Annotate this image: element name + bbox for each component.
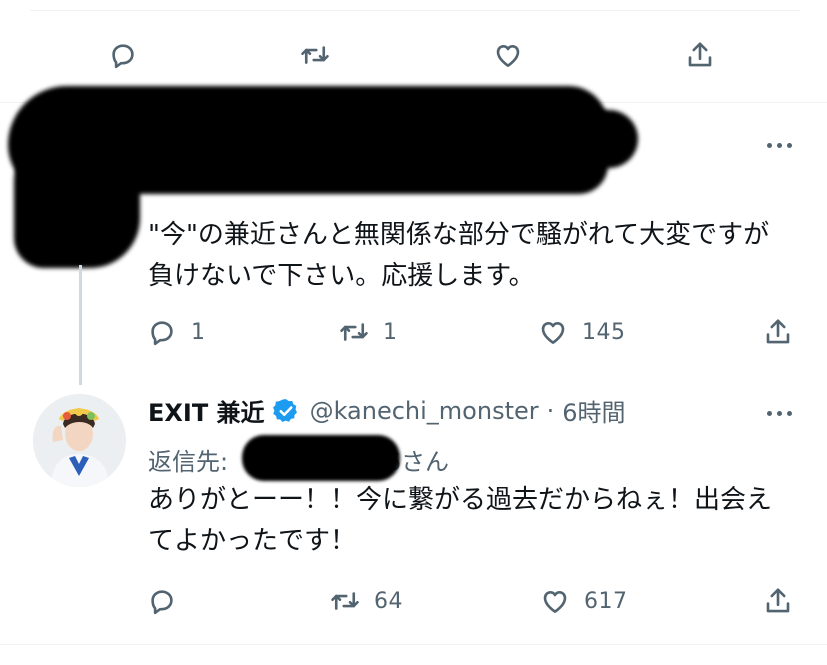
reply-to-suffix: さん [401,448,449,476]
reply-button[interactable] [147,586,177,616]
more-button[interactable] [767,411,792,416]
more-icon-dot [777,411,782,416]
more-icon-dot [777,143,782,148]
more-icon-dot [787,143,792,148]
reply-icon [151,321,173,346]
like-button[interactable]: 617 [540,586,628,616]
like-button[interactable]: 145 [538,317,626,347]
retweet-button[interactable] [300,40,330,70]
tweet-text-line: "今"の兼近さんと無関係な部分で騒がれて大変ですが [148,220,770,250]
more-icon [767,143,772,148]
thread-connector [79,265,82,385]
like-button[interactable] [493,40,523,70]
share-icon [766,588,790,613]
retweet-button[interactable]: 64 [330,586,403,616]
like-icon [543,590,567,613]
tweet-text-line: てよかったです！ [148,526,357,556]
retweet-icon [331,592,359,610]
reply-icon [151,590,173,615]
like-count: 617 [584,588,628,614]
verified-icon [272,398,297,422]
share-icon [766,319,790,344]
reply-to-prefix: 返信先: [148,448,236,476]
like-icon [541,321,565,344]
more-icon [767,411,772,416]
timestamp[interactable]: 6時間 [562,393,625,428]
avatar-image [33,394,126,487]
retweet-button[interactable]: 1 [339,317,398,347]
tweet-text: ありがとーー！！今に繋がる過去だからねぇ！出会え てよかったです！ [148,480,772,562]
avatar[interactable] [33,394,126,487]
divider [0,644,827,645]
redaction-mark [400,110,638,168]
retweet-icon [301,46,329,64]
author-handle[interactable]: @kanechi_monster [310,397,539,425]
tweet-text: "今"の兼近さんと無関係な部分で騒がれて大変ですが 負けないで下さい。応援します… [148,215,769,297]
divider [30,10,800,11]
retweet-count: 1 [383,319,398,345]
reply-count: 1 [191,319,206,345]
retweet-icon [340,323,368,341]
separator: · [546,396,555,425]
reply-button[interactable] [108,40,138,70]
share-button[interactable] [685,40,715,70]
more-button[interactable] [767,143,792,148]
like-count: 145 [582,319,626,345]
tweet-text-line: ありがとーー！！今に繋がる過去だからねぇ！出会え [148,485,773,515]
share-button[interactable] [763,317,793,347]
more-icon-dot [787,411,792,416]
reply-icon [112,44,134,69]
author-name[interactable]: EXIT 兼近 [148,393,265,428]
retweet-count: 64 [374,588,403,614]
like-icon [496,44,520,67]
redaction-mark [242,435,400,481]
tweet-header: EXIT 兼近 @kanechi_monster · 6時間 [148,393,626,428]
reply-button[interactable]: 1 [147,317,206,347]
tweet-text-line: 負けないで下さい。応援します。 [148,261,535,291]
share-button[interactable] [763,586,793,616]
redaction-mark [14,150,140,268]
share-icon [688,42,712,67]
